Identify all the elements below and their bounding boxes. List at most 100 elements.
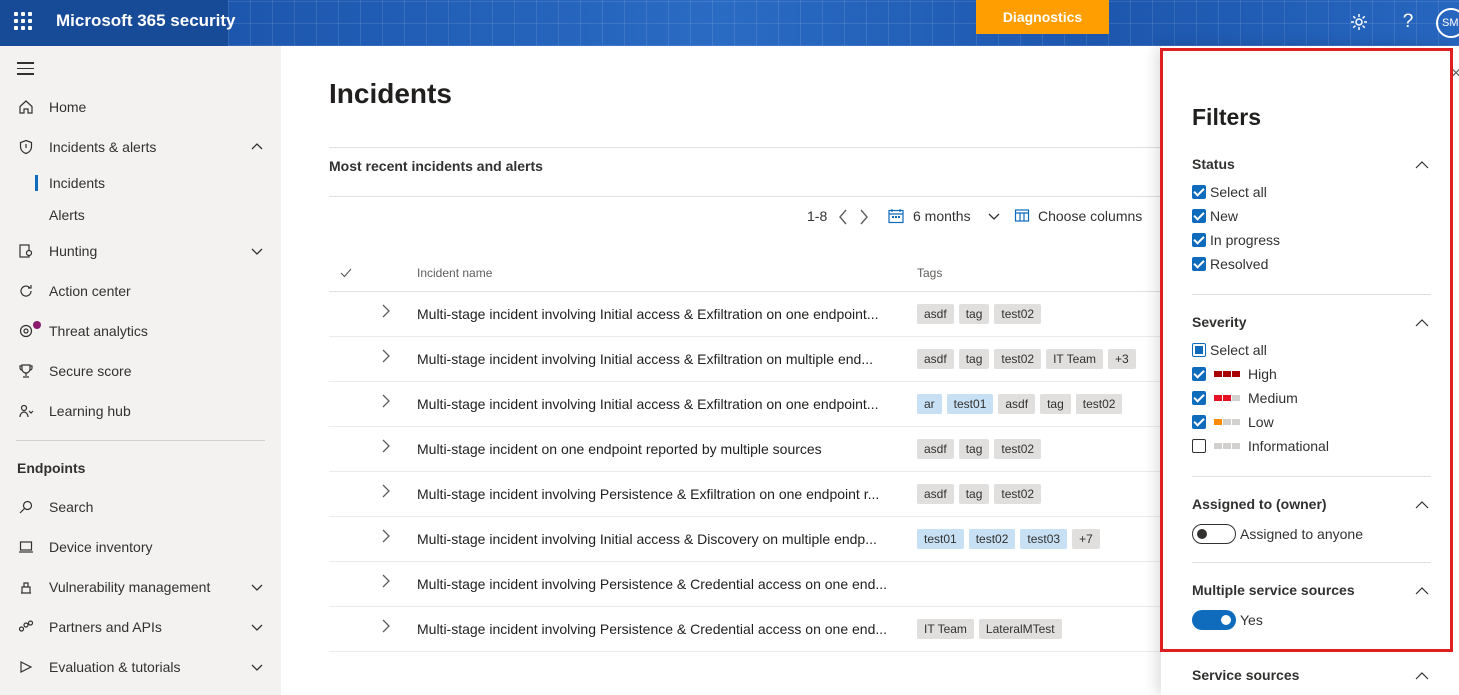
severity-option[interactable]: Informational [1192, 436, 1329, 456]
app-title: Microsoft 365 security [56, 11, 236, 30]
nav-item-alerts[interactable]: Alerts [0, 201, 281, 229]
checkbox[interactable] [1192, 391, 1206, 405]
chevron-right-icon[interactable] [381, 529, 391, 543]
option-label: In progress [1210, 232, 1281, 248]
diagnostics-button[interactable]: Diagnostics [976, 0, 1109, 34]
tag: tag [1040, 394, 1071, 414]
checkbox[interactable] [1192, 415, 1206, 429]
incident-name[interactable]: Multi-stage incident involving Initial a… [417, 396, 878, 412]
main-content: Incidents Most recent incidents and aler… [281, 46, 1161, 695]
table-row[interactable]: Multi-stage incident involving Initial a… [329, 337, 1161, 382]
incident-name[interactable]: Multi-stage incident involving Persisten… [417, 576, 887, 592]
close-icon[interactable]: ✕ [1451, 66, 1459, 80]
table-row[interactable]: Multi-stage incident involving Initial a… [329, 292, 1161, 337]
nav-item-partners-apis[interactable]: Partners and APIs [0, 609, 281, 645]
chevron-up-icon[interactable] [1415, 160, 1429, 170]
choose-columns-button[interactable]: Choose columns [1014, 208, 1142, 224]
assigned-toggle[interactable] [1192, 524, 1236, 544]
nav-item-action-center[interactable]: Action center [0, 273, 281, 309]
chevron-right-icon[interactable] [381, 304, 391, 318]
nav-item-incidents-alerts[interactable]: Incidents & alerts [0, 129, 281, 165]
checkbox[interactable] [1192, 185, 1206, 199]
status-option[interactable]: Resolved [1192, 254, 1268, 274]
nav-label: Incidents [49, 175, 106, 191]
nav-item-vulnerability-management[interactable]: Vulnerability management [0, 569, 281, 605]
nav-item-learning-hub[interactable]: Learning hub [0, 393, 281, 429]
checkbox[interactable] [1192, 367, 1206, 381]
checkbox[interactable] [1192, 343, 1206, 357]
severity-option[interactable]: Medium [1192, 388, 1298, 408]
chevron-up-icon[interactable] [1415, 500, 1429, 510]
table-row[interactable]: Multi-stage incident involving Persisten… [329, 562, 1161, 607]
status-option[interactable]: Select all [1192, 182, 1267, 202]
checkbox[interactable] [1192, 257, 1206, 271]
tag: test03 [1020, 529, 1068, 549]
avatar[interactable]: SM [1436, 8, 1459, 38]
nav-item-hunting[interactable]: Hunting [0, 233, 281, 269]
learning-hub-icon [17, 402, 35, 420]
severity-option[interactable]: Select all [1192, 340, 1267, 360]
nav-label: Action center [49, 283, 131, 299]
hamburger-icon[interactable] [17, 62, 34, 79]
tag: tag [958, 484, 990, 504]
chevron-left-icon[interactable] [837, 208, 849, 226]
table-row[interactable]: Multi-stage incident on one endpoint rep… [329, 427, 1161, 472]
gear-icon[interactable] [1347, 10, 1371, 34]
chevron-down-icon[interactable] [250, 580, 264, 594]
chevron-up-icon[interactable] [1415, 671, 1429, 681]
chevron-down-icon[interactable] [250, 660, 264, 674]
nav-item-search[interactable]: Search [0, 489, 281, 525]
chevron-up-icon[interactable] [250, 140, 264, 154]
nav-item-device-inventory[interactable]: Device inventory [0, 529, 281, 565]
nav-label: Learning hub [49, 403, 131, 419]
nav-item-incidents[interactable]: Incidents [0, 169, 281, 197]
checkbox[interactable] [1192, 233, 1206, 247]
chevron-up-icon[interactable] [1415, 318, 1429, 328]
chevron-down-icon[interactable] [250, 620, 264, 634]
help-icon[interactable]: ? [1396, 10, 1420, 34]
option-label: New [1210, 208, 1239, 224]
severity-option[interactable]: High [1192, 364, 1277, 384]
status-option[interactable]: New [1192, 206, 1238, 226]
incident-name[interactable]: Multi-stage incident involving Initial a… [417, 531, 877, 547]
tag: test02 [968, 529, 1016, 549]
select-all-check-icon[interactable] [339, 266, 353, 280]
table-row[interactable]: Multi-stage incident involving Initial a… [329, 382, 1161, 427]
nav-label: Incidents & alerts [49, 139, 157, 155]
chevron-right-icon[interactable] [381, 619, 391, 633]
table-row[interactable]: Multi-stage incident involving Persisten… [329, 472, 1161, 517]
chevron-down-icon[interactable] [250, 244, 264, 258]
chevron-right-icon[interactable] [381, 574, 391, 588]
checkbox[interactable] [1192, 439, 1206, 453]
incident-name[interactable]: Multi-stage incident involving Initial a… [417, 306, 878, 322]
column-header-incident-name[interactable]: Incident name [417, 266, 492, 280]
status-option[interactable]: In progress [1192, 230, 1280, 250]
nav-item-home[interactable]: Home [0, 89, 281, 125]
chevron-right-icon[interactable] [858, 208, 870, 226]
chevron-right-icon[interactable] [381, 349, 391, 363]
chevron-right-icon[interactable] [381, 439, 391, 453]
checkbox[interactable] [1192, 209, 1206, 223]
nav-item-evaluation-tutorials[interactable]: Evaluation & tutorials [0, 649, 281, 685]
nav-item-threat-analytics[interactable]: Threat analytics [0, 313, 281, 349]
incident-name[interactable]: Multi-stage incident involving Persisten… [417, 486, 879, 502]
table-row[interactable]: Multi-stage incident involving Persisten… [329, 607, 1161, 652]
section-title: Most recent incidents and alerts [329, 158, 543, 174]
hunting-icon [17, 242, 35, 260]
severity-indicator [1214, 395, 1240, 401]
chevron-right-icon[interactable] [381, 394, 391, 408]
nav-item-secure-score[interactable]: Secure score [0, 353, 281, 389]
multiple-sources-toggle[interactable] [1192, 610, 1236, 630]
chevron-right-icon[interactable] [381, 484, 391, 498]
chevron-up-icon[interactable] [1415, 586, 1429, 596]
severity-option[interactable]: Low [1192, 412, 1274, 432]
header-banner [228, 0, 1459, 46]
tag: asdf [917, 439, 954, 459]
incident-name[interactable]: Multi-stage incident involving Initial a… [417, 351, 873, 367]
incident-name[interactable]: Multi-stage incident on one endpoint rep… [417, 441, 822, 457]
table-row[interactable]: Multi-stage incident involving Initial a… [329, 517, 1161, 562]
incident-name[interactable]: Multi-stage incident involving Persisten… [417, 621, 887, 637]
time-range-dropdown[interactable]: 6 months [887, 208, 1001, 224]
app-launcher-icon[interactable] [14, 12, 32, 30]
column-header-tags[interactable]: Tags [917, 266, 942, 280]
